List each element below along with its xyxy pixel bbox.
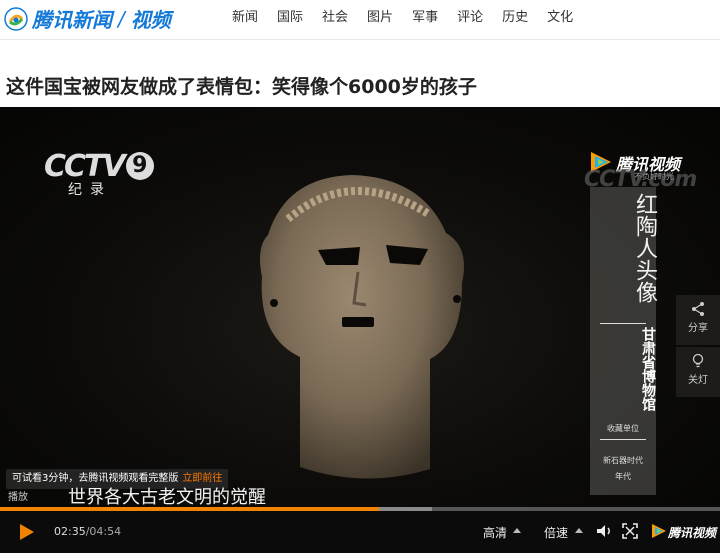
era-label: 年代 [615,472,631,481]
play-icon[interactable] [16,522,36,542]
volume-icon[interactable] [595,522,613,540]
tencent-video-brand-button[interactable]: 腾讯视频 [668,524,716,541]
nav-item-commentary[interactable]: 评论 [457,6,483,25]
site-header: 腾讯新闻 / 视频 新闻 国际 社会 图片 军事 评论 历史 文化 [0,0,720,40]
current-time: 02:35 [54,525,86,538]
collection-label: 收藏单位 [607,424,639,433]
time-display: 02:35/04:54 [54,525,121,538]
lightbulb-icon [692,353,704,368]
main-nav: 新闻 国际 社会 图片 军事 评论 历史 文化 [232,0,592,30]
video-player[interactable]: CCTV 9 纪录 腾讯视频 不负好时光 CCTV.com 红陶人头像 甘肃省博物… [0,107,720,553]
nav-item-news[interactable]: 新闻 [232,6,258,25]
caret-up-icon [513,528,521,533]
nav-item-military[interactable]: 军事 [412,6,438,25]
video-frame[interactable]: CCTV 9 纪录 腾讯视频 不负好时光 CCTV.com 红陶人头像 甘肃省博物… [0,107,720,508]
artifact-museum: 甘肃省博物馆 [640,327,656,411]
nav-item-culture[interactable]: 文化 [547,6,573,25]
duration: /04:54 [85,525,122,538]
lights-off-button[interactable]: 关灯 [676,347,720,397]
site-logo[interactable]: 腾讯新闻 / 视频 [4,4,171,33]
artifact-name: 红陶人头像 [632,193,657,303]
channel-name: 纪录 [68,182,112,198]
share-icon [692,302,704,316]
side-toolbar: 分享 关灯 [676,295,720,399]
panel-divider [600,439,646,440]
speed-button[interactable]: 倍速 [544,524,568,541]
tencent-news-logo-icon [4,6,28,31]
nav-item-pictures[interactable]: 图片 [367,6,393,25]
article-title: 这件国宝被网友做成了表情包：笑得像个6000岁的孩子 [6,76,477,98]
lights-label: 关灯 [688,375,708,386]
tencent-video-brand-icon [652,524,666,538]
fullscreen-icon[interactable] [621,522,639,540]
quality-button[interactable]: 高清 [483,524,507,541]
logo-text: 腾讯新闻 [32,8,112,32]
player-controls: 02:35/04:54 高清 倍速 腾讯视频 [0,511,720,553]
nav-item-society[interactable]: 社会 [322,6,348,25]
artifact-info-panel: 红陶人头像 甘肃省博物馆 收藏单位 新石器时代 年代 [590,187,657,495]
video-subtitle: 世界各大古老文明的觉醒 [68,487,266,508]
nav-item-history[interactable]: 历史 [502,6,528,25]
logo-section: 视频 [130,8,171,32]
nav-item-international[interactable]: 国际 [277,6,303,25]
share-label: 分享 [688,323,708,334]
play-tooltip: 播放 [8,492,28,503]
panel-divider [600,323,646,324]
artifact-era: 新石器时代 [603,456,643,465]
share-button[interactable]: 分享 [676,295,720,345]
caret-up-icon [575,528,583,533]
logo-separator: / [118,6,125,31]
